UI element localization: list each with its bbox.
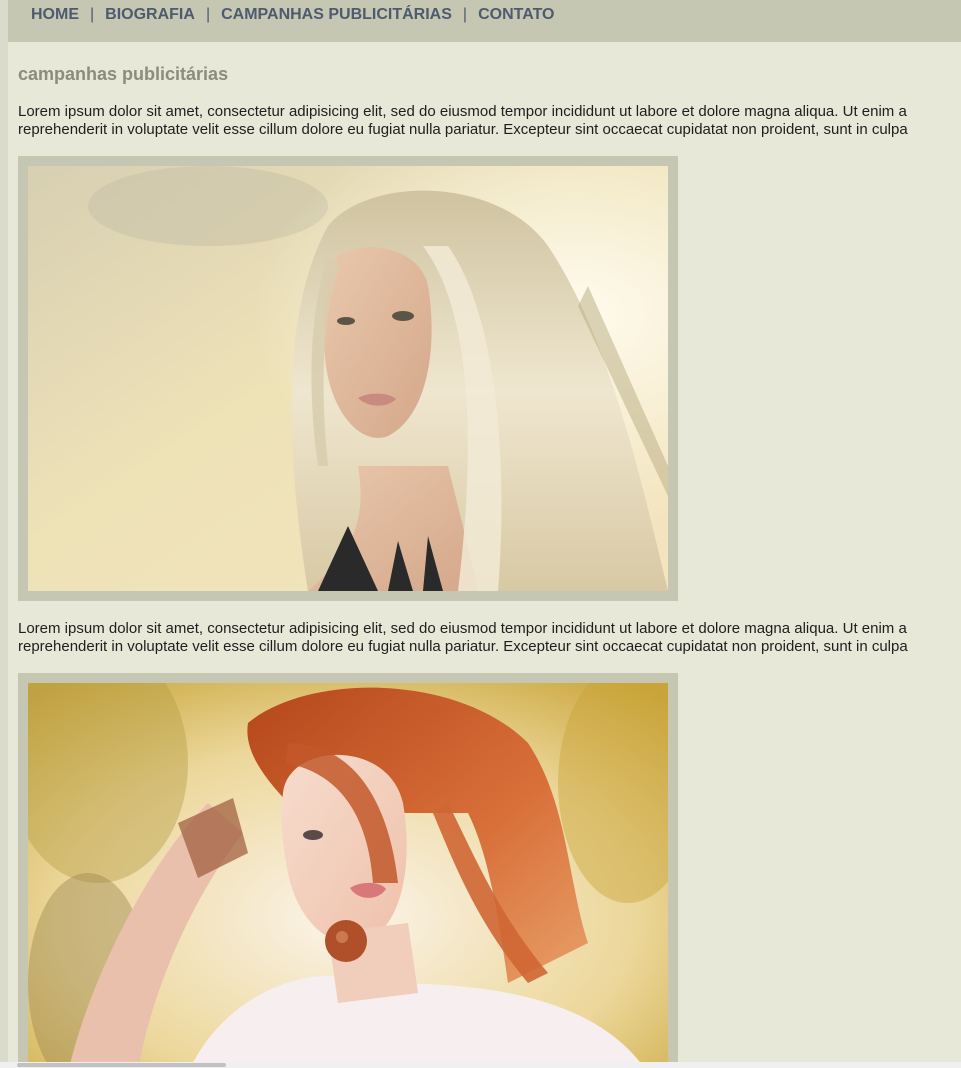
nav-separator: | [195, 6, 221, 24]
nav-link-biografia[interactable]: BIOGRAFIA [105, 6, 195, 24]
nav-separator-glyph: | [90, 6, 95, 23]
lorem-paragraph: Lorem ipsum dolor sit amet, consectetur … [18, 103, 961, 139]
nav-item-home: HOME [31, 6, 79, 24]
nav-menu: HOME | BIOGRAFIA | CAMPANHAS PUBLICITÁRI… [31, 6, 555, 24]
paragraph-line: reprehenderit in voluptate velit esse ci… [18, 638, 908, 655]
nav-separator: | [452, 6, 478, 24]
paragraph-line: reprehenderit in voluptate velit esse ci… [18, 121, 908, 138]
photo-frame-blonde-model [18, 156, 678, 601]
paragraph-line: Lorem ipsum dolor sit amet, consectetur … [18, 620, 907, 637]
horizontal-scrollbar[interactable] [0, 1062, 961, 1068]
top-navigation-bar: HOME | BIOGRAFIA | CAMPANHAS PUBLICITÁRI… [8, 0, 961, 42]
campaign-photo-redhead-model [28, 683, 668, 1068]
nav-separator-glyph: | [205, 6, 211, 23]
nav-item-biografia: BIOGRAFIA [105, 6, 195, 24]
nav-item-contato: CONTATO [478, 6, 554, 24]
lorem-paragraph: Lorem ipsum dolor sit amet, consectetur … [18, 620, 961, 656]
page-title: campanhas publicitárias [18, 64, 229, 84]
nav-link-campanhas-publicitarias[interactable]: CAMPANHAS PUBLICITÁRIAS [221, 6, 452, 24]
page: HOME | BIOGRAFIA | CAMPANHAS PUBLICITÁRI… [8, 0, 961, 1068]
scrollbar-thumb[interactable] [17, 1063, 226, 1067]
nav-separator-glyph: | [462, 6, 468, 23]
nav-link-contato[interactable]: CONTATO [478, 6, 554, 24]
paragraph-line: Lorem ipsum dolor sit amet, consectetur … [18, 103, 907, 120]
nav-item-campanhas: CAMPANHAS PUBLICITÁRIAS [221, 6, 452, 24]
campaign-photo-blonde-model [28, 166, 668, 591]
photo-frame-redhead-model [18, 673, 678, 1068]
nav-link-home[interactable]: HOME [31, 6, 79, 24]
nav-separator: | [79, 6, 105, 24]
